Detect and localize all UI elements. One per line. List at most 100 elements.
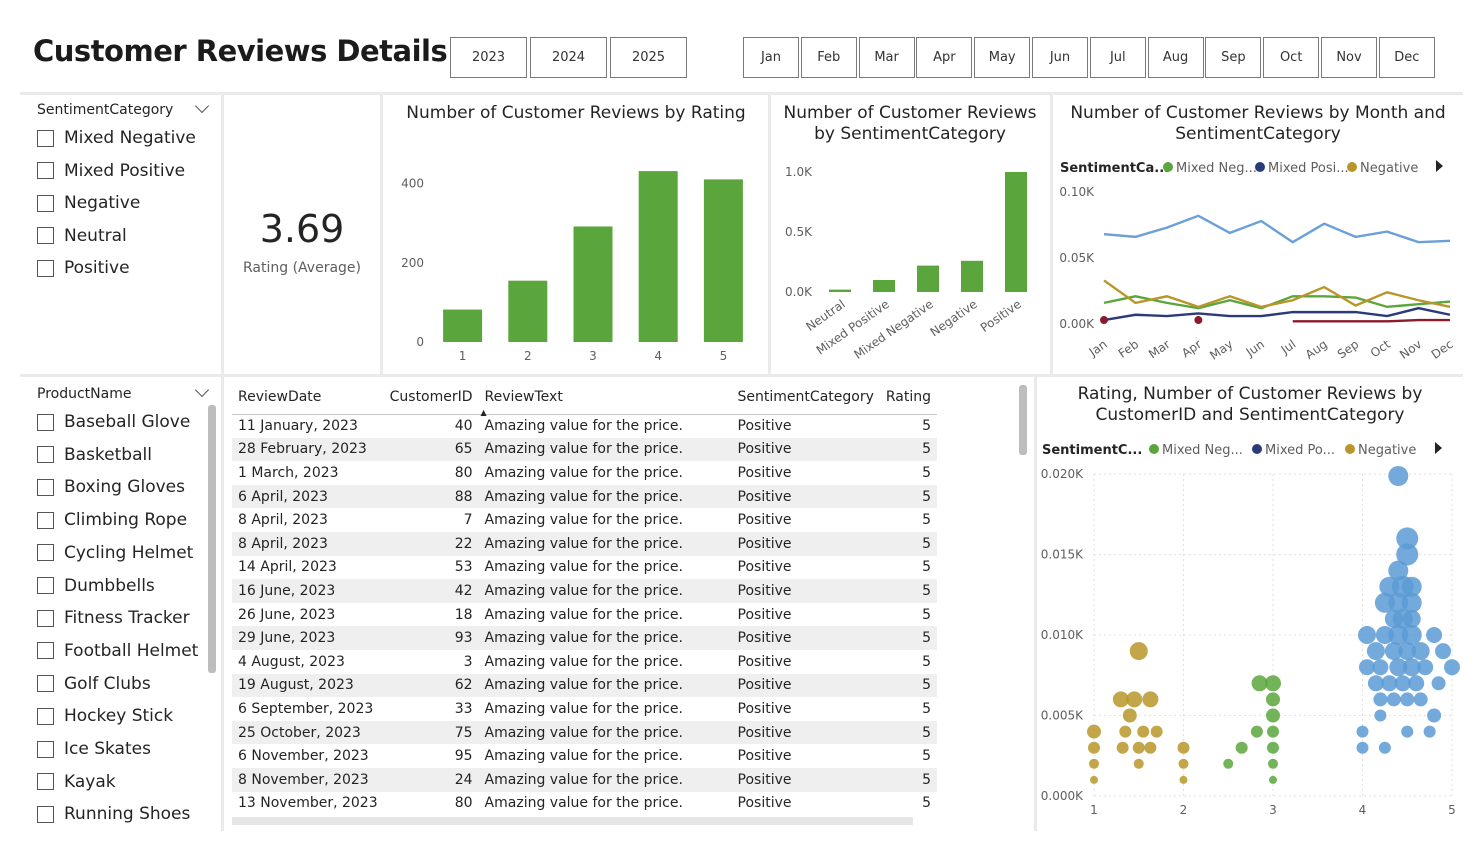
scatter-point[interactable] [1372,659,1389,676]
scatter-point[interactable] [1373,692,1388,707]
series-line[interactable] [1292,318,1450,323]
checkbox[interactable] [37,577,54,594]
checkbox[interactable] [37,675,54,693]
scatter-point[interactable] [1413,692,1428,707]
checkbox[interactable] [37,259,54,277]
scatter-point[interactable] [1374,709,1387,722]
scatter-point[interactable] [1435,643,1452,660]
scatter-point[interactable] [1431,676,1446,691]
month-button-oct[interactable]: Oct [1263,37,1320,78]
scatter-point[interactable] [1089,758,1099,769]
scatter-point[interactable] [1357,626,1376,644]
scatter-point[interactable] [1179,775,1188,784]
product-slicer-item[interactable]: Kayak [37,772,116,792]
month-button-dec[interactable]: Dec [1378,37,1435,78]
sentiment-slicer-item[interactable]: Positive [37,258,130,278]
table-row[interactable]: 16 June, 2023 42 Amazing value for the pri… [232,579,938,603]
scatter-point[interactable] [1142,691,1159,708]
legend-label[interactable]: Mixed Po... [1265,443,1335,458]
checkbox[interactable] [37,478,54,496]
scatter-point[interactable] [1388,466,1409,486]
scatter-point[interactable] [1265,675,1281,692]
scatter-point[interactable] [1408,675,1425,692]
month-button-apr[interactable]: Apr [916,37,973,78]
product-slicer-item[interactable]: Hockey Stick [37,706,173,726]
product-slicer-item[interactable]: Golf Clubs [37,674,151,694]
legend-next-icon[interactable] [1435,442,1442,454]
column-header[interactable]: SentimentCategory [731,380,880,415]
sentiment-slicer-item[interactable]: Mixed Negative [37,128,196,148]
scatter-point[interactable] [1088,741,1100,754]
scatter-point[interactable] [1417,659,1434,676]
year-button-2025[interactable]: 2025 [610,37,687,78]
scatter-point[interactable] [1268,758,1278,769]
month-button-jun[interactable]: Jun [1032,37,1088,78]
month-button-may[interactable]: May [974,37,1031,78]
scatter-point[interactable] [1269,775,1277,784]
table-row[interactable]: 11 January, 2023 40 Amazing value for the … [232,414,937,438]
product-slicer-item[interactable]: Running Shoes [37,804,190,824]
table-row[interactable]: 19 August, 2023 62 Amazing value for the p… [232,673,938,698]
product-slicer-item[interactable]: Dumbbells [37,576,155,596]
scatter-point[interactable] [1400,692,1415,707]
month-button-jul[interactable]: Jul [1089,37,1146,78]
legend-label[interactable]: Mixed Neg... [1176,161,1257,176]
year-button-2023[interactable]: 2023 [450,37,527,78]
series-point[interactable] [1194,316,1203,325]
bar[interactable] [573,226,613,342]
scatter-point[interactable] [1129,642,1148,661]
scatter-point[interactable] [1116,741,1129,754]
bar[interactable] [1005,172,1027,292]
scatter-point[interactable] [1144,741,1157,754]
table-row[interactable]: 26 June, 2023 18 Amazing value for the pri… [232,603,937,627]
checkbox[interactable] [37,740,54,758]
bar[interactable] [508,280,548,342]
checkbox[interactable] [37,194,54,212]
checkbox[interactable] [37,773,54,791]
chevron-down-icon[interactable] [194,98,210,114]
checkbox[interactable] [37,162,54,180]
scatter-point[interactable] [1266,708,1280,723]
scatter-point[interactable] [1378,741,1391,754]
checkbox[interactable] [37,129,54,147]
legend-label[interactable]: Negative [1358,443,1416,458]
checkbox[interactable] [37,609,54,627]
product-slicer-item[interactable]: Basketball [37,445,152,465]
scatter-point[interactable] [1444,659,1460,676]
scatter-point[interactable] [1356,725,1369,738]
table-row[interactable]: 14 April, 2023 53 Amazing value for the pr… [232,556,937,580]
series-point[interactable] [1100,316,1108,325]
scatter-point[interactable] [1137,725,1150,738]
scatter-point[interactable] [1177,741,1190,754]
scatter-point[interactable] [1223,758,1234,769]
product-slicer-item[interactable]: Ice Skates [37,739,151,759]
table-row[interactable]: 8 April, 2023 22 Amazing value for the pri… [232,531,938,556]
scatter-point[interactable] [1366,642,1385,661]
scatter-point[interactable] [1386,692,1401,707]
product-slicer-item[interactable]: Football Helmet [37,641,198,661]
scatter-point[interactable] [1266,692,1280,707]
checkbox[interactable] [37,805,54,823]
column-header[interactable]: ReviewDate [232,380,384,415]
bar[interactable] [917,265,939,292]
legend-next-icon[interactable] [1436,160,1443,172]
bar[interactable] [638,171,678,342]
sentiment-slicer-item[interactable]: Mixed Positive [37,161,185,181]
checkbox[interactable] [37,446,54,464]
table-scrollbar[interactable] [1019,385,1027,455]
sentiment-slicer-item[interactable]: Negative [37,193,140,213]
chevron-down-icon[interactable] [194,382,210,398]
table-row[interactable]: 8 April, 2023 7 Amazing value for the pric… [232,508,937,532]
scatter-point[interactable] [1267,741,1279,754]
scatter-point[interactable] [1267,725,1279,738]
legend-label[interactable]: Mixed Posi... [1268,161,1349,176]
column-header[interactable]: ReviewText ▲ [478,380,732,417]
scatter-point[interactable] [1401,625,1422,645]
checkbox[interactable] [37,511,54,529]
scatter-point[interactable] [1090,775,1098,784]
scatter-point[interactable] [1250,725,1263,738]
scatter-point[interactable] [1132,741,1145,754]
scatter-point[interactable] [1411,642,1430,661]
table-row[interactable]: 29 June, 2023 93 Amazing value for the pri… [232,626,938,650]
scatter-point[interactable] [1087,724,1101,739]
